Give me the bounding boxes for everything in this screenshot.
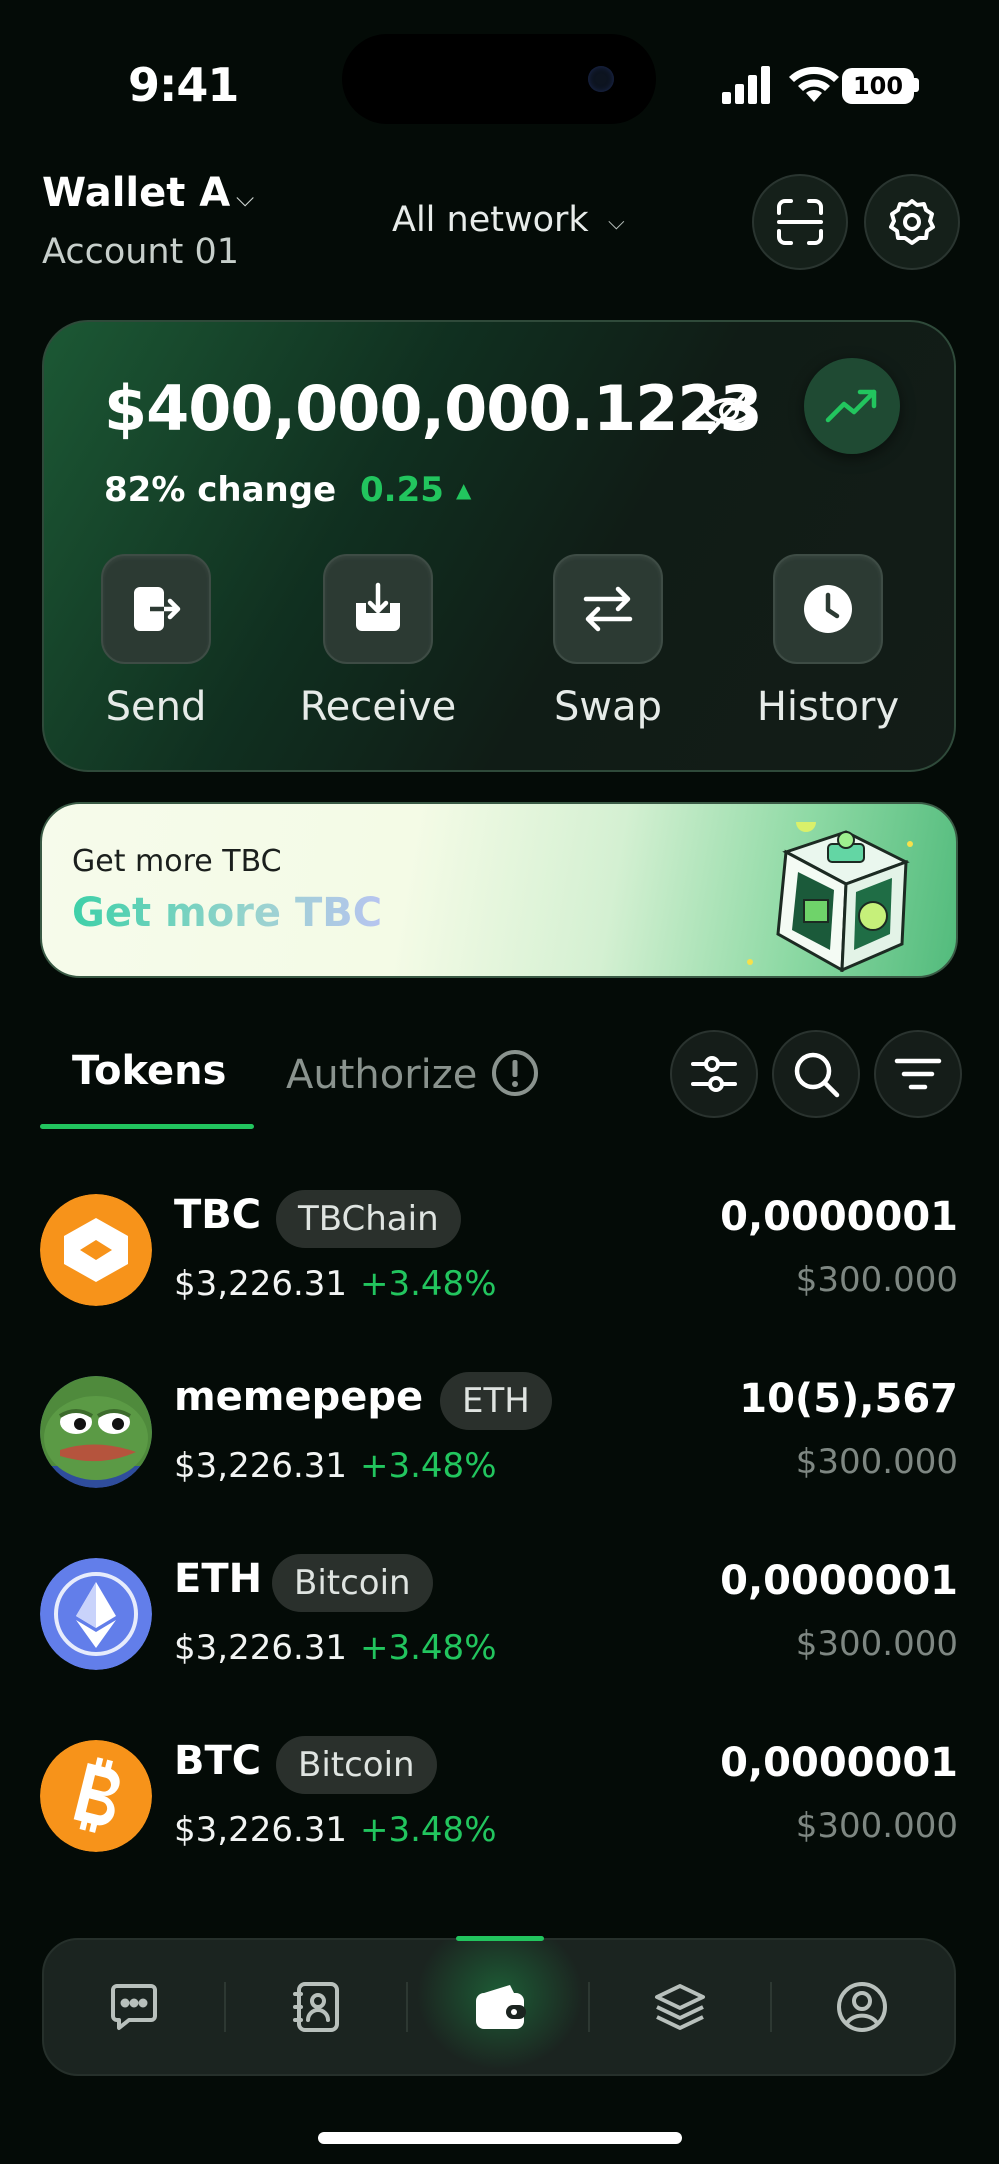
history-action[interactable]: History: [728, 554, 928, 730]
active-nav-indicator: [456, 1936, 544, 1941]
wallet-icon: [476, 1985, 526, 2029]
btc-logo-icon: [40, 1740, 152, 1852]
pepe-avatar-icon: [40, 1376, 152, 1488]
change-value: 0.25: [360, 470, 444, 510]
nav-layers[interactable]: [590, 1940, 770, 2074]
nav-chat[interactable]: [44, 1940, 224, 2074]
token-value: $300.000: [795, 1806, 958, 1846]
token-price: $3,226.31: [174, 1810, 348, 1850]
banner-title: Get more TBC: [72, 890, 383, 936]
chain-badge: Bitcoin: [272, 1554, 433, 1612]
layers-icon: [655, 1984, 705, 2030]
balance-card: $400,000,000.1223 82% change 0.25 ▲ Send: [42, 320, 956, 772]
token-amount: 0,0000001: [720, 1740, 958, 1786]
send-action[interactable]: Send: [56, 554, 256, 730]
search-icon: [794, 1052, 840, 1098]
chevron-down-icon[interactable]: ⌵: [236, 184, 254, 212]
crypto-cube-illustration: [747, 822, 913, 972]
chain-badge: ETH: [440, 1372, 552, 1430]
receive-button[interactable]: [323, 554, 433, 664]
profile-icon: [837, 1982, 887, 2032]
history-button[interactable]: [773, 554, 883, 664]
nav-divider: [406, 1982, 408, 2032]
token-price: $3,226.31: [174, 1628, 348, 1668]
token-symbol: TBC: [174, 1192, 262, 1238]
account-name: Account 01: [42, 232, 239, 272]
filter-button[interactable]: [874, 1030, 962, 1118]
token-row-btc[interactable]: BTC Bitcoin $3,226.31 +3.48% 0,0000001 $…: [40, 1736, 958, 1880]
scan-icon: [777, 199, 823, 245]
chevron-down-icon[interactable]: ⌵: [608, 210, 625, 235]
adjust-tokens-button[interactable]: [670, 1030, 758, 1118]
info-icon[interactable]: [490, 1048, 540, 1098]
active-tab-indicator: [40, 1124, 254, 1129]
filter-icon: [894, 1058, 942, 1090]
search-button[interactable]: [772, 1030, 860, 1118]
nav-contacts[interactable]: [226, 1940, 406, 2074]
send-label: Send: [105, 684, 207, 730]
chain-badge: Bitcoin: [276, 1736, 437, 1794]
token-value: $300.000: [795, 1260, 958, 1300]
history-icon: [804, 585, 852, 633]
receive-action[interactable]: Receive: [278, 554, 478, 730]
token-amount: 10(5),567: [739, 1376, 958, 1422]
camera-icon: [588, 66, 614, 92]
chat-icon: [111, 1984, 157, 2030]
trend-up-icon: [825, 389, 877, 423]
scan-button[interactable]: [752, 174, 848, 270]
token-row-eth[interactable]: ETH Bitcoin $3,226.31 +3.48% 0,0000001 $…: [40, 1554, 958, 1698]
hide-balance-icon[interactable]: [702, 384, 756, 438]
token-symbol: ETH: [174, 1556, 263, 1602]
token-value: $300.000: [795, 1624, 958, 1664]
token-row-tbc[interactable]: TBC TBChain $3,226.31 +3.48% 0,0000001 $…: [40, 1190, 958, 1334]
token-symbol: BTC: [174, 1738, 262, 1784]
send-button[interactable]: [101, 554, 211, 664]
sliders-icon: [691, 1056, 737, 1092]
swap-label: Swap: [553, 684, 662, 730]
banner-subtitle: Get more TBC: [72, 844, 282, 879]
wallet-selector[interactable]: Wallet A: [42, 170, 230, 216]
signal-icon: [722, 66, 770, 104]
battery-tip: [914, 78, 919, 92]
token-change: +3.48%: [360, 1446, 497, 1486]
status-time: 9:41: [128, 58, 239, 112]
tab-authorize[interactable]: Authorize: [286, 1052, 477, 1098]
token-symbol: memepepe: [174, 1374, 424, 1420]
tab-tokens[interactable]: Tokens: [72, 1048, 226, 1094]
token-price: $3,226.31: [174, 1264, 348, 1304]
gear-icon: [889, 199, 935, 245]
swap-action[interactable]: Swap: [508, 554, 708, 730]
token-price: $3,226.31: [174, 1446, 348, 1486]
total-balance: $400,000,000.1223: [104, 372, 763, 445]
token-amount: 0,0000001: [720, 1558, 958, 1604]
swap-button[interactable]: [553, 554, 663, 664]
token-row-memepepe[interactable]: memepepe ETH $3,226.31 +3.48% 10(5),567 …: [40, 1372, 958, 1516]
change-label: 82% change: [104, 470, 337, 510]
history-label: History: [756, 684, 900, 730]
nav-profile[interactable]: [772, 1940, 952, 2074]
token-amount: 0,0000001: [720, 1194, 958, 1240]
settings-button[interactable]: [864, 174, 960, 270]
network-selector[interactable]: All network: [392, 200, 589, 240]
promo-banner[interactable]: Get more TBC Get more TBC: [40, 802, 958, 978]
receive-label: Receive: [299, 684, 457, 730]
token-value: $300.000: [795, 1442, 958, 1482]
wifi-icon: [789, 66, 839, 102]
receive-icon: [356, 582, 400, 631]
nav-wallet[interactable]: [410, 1940, 590, 2074]
chain-badge: TBChain: [276, 1190, 461, 1248]
token-change: +3.48%: [360, 1264, 497, 1304]
token-change: +3.48%: [360, 1810, 497, 1850]
eth-logo-icon: [40, 1558, 152, 1670]
contacts-icon: [293, 1982, 339, 2032]
home-indicator: [318, 2132, 682, 2144]
swap-icon: [583, 586, 633, 632]
caret-up-icon: ▲: [456, 478, 472, 502]
tbc-logo-icon: [40, 1194, 152, 1306]
battery-indicator: 100: [842, 68, 914, 104]
send-icon: [134, 587, 181, 631]
token-change: +3.48%: [360, 1628, 497, 1668]
trend-button[interactable]: [804, 358, 900, 454]
